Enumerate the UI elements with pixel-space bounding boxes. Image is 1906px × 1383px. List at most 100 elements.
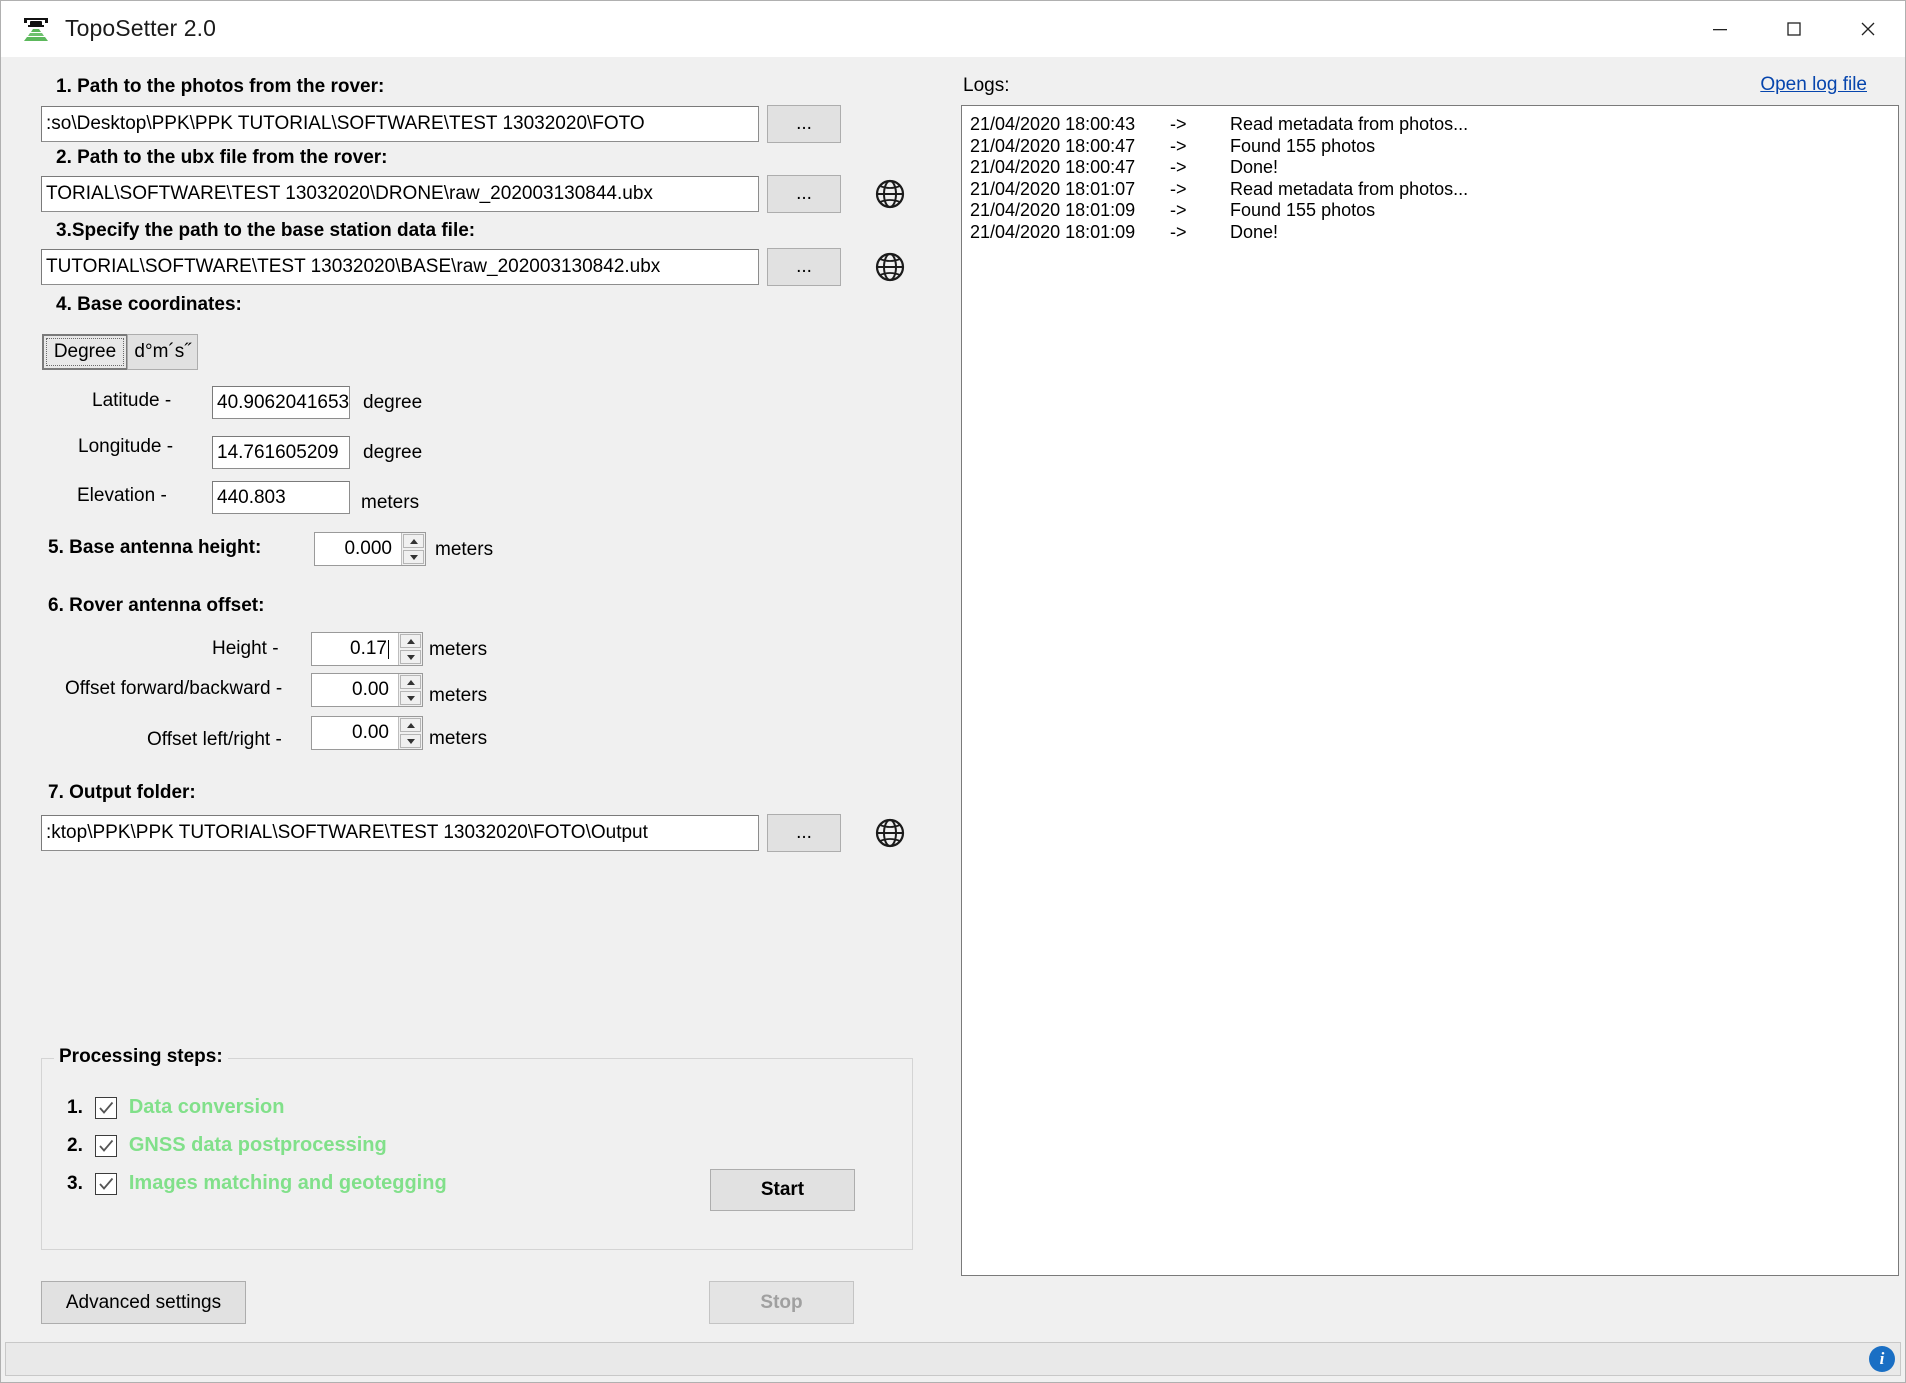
base-station-path-browse-button[interactable]: ... xyxy=(767,248,841,286)
minimize-button[interactable] xyxy=(1683,1,1757,57)
output-folder-browse-button[interactable]: ... xyxy=(767,814,841,852)
photos-path-input[interactable]: :so\Desktop\PPK\PPK TUTORIAL\SOFTWARE\TE… xyxy=(41,106,759,142)
log-arrow: -> xyxy=(1170,222,1230,244)
log-arrow: -> xyxy=(1170,200,1230,222)
processing-step-1-number: 1. xyxy=(67,1097,83,1119)
log-message: Read metadata from photos... xyxy=(1230,114,1898,136)
processing-step-3[interactable]: 3. Images matching and geotegging xyxy=(67,1172,447,1195)
processing-step-1-label: Data conversion xyxy=(129,1096,285,1119)
photos-path-label: 1. Path to the photos from the rover: xyxy=(56,76,384,98)
processing-steps-group: Processing steps: 1. Data conversion 2. … xyxy=(41,1058,913,1250)
close-button[interactable] xyxy=(1831,1,1905,57)
title-bar: TopoSetter 2.0 xyxy=(1,1,1905,57)
longitude-label: Longitude - xyxy=(78,436,173,458)
log-arrow: -> xyxy=(1170,157,1230,179)
rover-antenna-offset-label: 6. Rover antenna offset: xyxy=(48,595,264,617)
stepper-down-icon[interactable] xyxy=(400,691,421,705)
log-message: Found 155 photos xyxy=(1230,200,1898,222)
advanced-settings-button[interactable]: Advanced settings xyxy=(41,1281,246,1324)
offset-left-right-label: Offset left/right - xyxy=(147,729,282,751)
elevation-input[interactable]: 440.803 xyxy=(212,481,350,514)
info-icon[interactable]: i xyxy=(1869,1346,1895,1372)
check-icon xyxy=(97,1137,115,1155)
stop-button[interactable]: Stop xyxy=(709,1281,854,1324)
log-entry: 21/04/2020 18:01:07 -> Read metadata fro… xyxy=(970,179,1898,201)
log-entry: 21/04/2020 18:01:09 -> Found 155 photos xyxy=(970,200,1898,222)
open-log-file-link[interactable]: Open log file xyxy=(1760,74,1867,96)
longitude-unit: degree xyxy=(363,442,422,464)
stepper-down-icon[interactable] xyxy=(403,550,424,564)
output-folder-globe-button[interactable] xyxy=(870,813,910,853)
rover-height-value: 0.17 xyxy=(350,638,387,660)
offset-left-right-value[interactable]: 0.00 xyxy=(312,717,398,749)
maximize-button[interactable] xyxy=(1757,1,1831,57)
rover-height-arrows[interactable] xyxy=(398,633,422,665)
processing-step-1[interactable]: 1. Data conversion xyxy=(67,1096,284,1119)
base-station-path-globe-button[interactable] xyxy=(870,247,910,287)
ubx-path-input[interactable]: TORIAL\SOFTWARE\TEST 13032020\DRONE\raw_… xyxy=(41,176,759,212)
latitude-input[interactable]: 40.9062041653 xyxy=(212,386,350,419)
log-arrow: -> xyxy=(1170,136,1230,158)
processing-step-2[interactable]: 2. GNSS data postprocessing xyxy=(67,1134,387,1157)
offset-forward-backward-value[interactable]: 0.00 xyxy=(312,674,398,706)
processing-step-1-checkbox[interactable] xyxy=(95,1097,117,1119)
check-icon xyxy=(97,1175,115,1193)
logs-output-panel[interactable]: 21/04/2020 18:00:43 -> Read metadata fro… xyxy=(961,105,1899,1276)
offset-forward-backward-stepper[interactable]: 0.00 xyxy=(311,673,423,707)
ubx-path-browse-button[interactable]: ... xyxy=(767,175,841,213)
processing-step-2-checkbox[interactable] xyxy=(95,1135,117,1157)
processing-steps-title: Processing steps: xyxy=(54,1046,228,1068)
log-timestamp: 21/04/2020 18:01:09 xyxy=(970,222,1170,244)
base-antenna-height-stepper[interactable]: 0.000 xyxy=(314,532,426,566)
log-entry: 21/04/2020 18:01:09 -> Done! xyxy=(970,222,1898,244)
base-antenna-height-arrows[interactable] xyxy=(401,533,425,565)
ubx-path-label: 2. Path to the ubx file from the rover: xyxy=(56,147,388,169)
processing-step-3-label: Images matching and geotegging xyxy=(129,1172,447,1195)
unit-tab-degree[interactable]: Degree xyxy=(42,334,128,370)
window-controls xyxy=(1683,1,1905,57)
stepper-up-icon[interactable] xyxy=(400,675,421,689)
log-message: Found 155 photos xyxy=(1230,136,1898,158)
log-timestamp: 21/04/2020 18:00:43 xyxy=(970,114,1170,136)
longitude-input[interactable]: 14.761605209 xyxy=(212,436,350,469)
rover-height-stepper[interactable]: 0.17 xyxy=(311,632,423,666)
offset-forward-backward-arrows[interactable] xyxy=(398,674,422,706)
globe-icon xyxy=(874,251,906,283)
stepper-up-icon[interactable] xyxy=(400,634,421,648)
stepper-down-icon[interactable] xyxy=(400,650,421,664)
output-folder-input[interactable]: :ktop\PPK\PPK TUTORIAL\SOFTWARE\TEST 130… xyxy=(41,815,759,851)
base-antenna-height-value[interactable]: 0.000 xyxy=(315,533,401,565)
processing-step-3-checkbox[interactable] xyxy=(95,1173,117,1195)
offset-left-right-stepper[interactable]: 0.00 xyxy=(311,716,423,750)
offset-left-right-arrows[interactable] xyxy=(398,717,422,749)
globe-icon xyxy=(874,178,906,210)
globe-icon xyxy=(874,817,906,849)
unit-tab-dms[interactable]: d°m´s˝ xyxy=(127,334,198,370)
offset-forward-backward-unit: meters xyxy=(429,685,487,707)
ubx-path-globe-button[interactable] xyxy=(870,174,910,214)
log-entry: 21/04/2020 18:00:47 -> Found 155 photos xyxy=(970,136,1898,158)
latitude-unit: degree xyxy=(363,392,422,414)
application-window: TopoSetter 2.0 1. Path to the photos fro… xyxy=(0,0,1906,1383)
base-station-path-input[interactable]: TUTORIAL\SOFTWARE\TEST 13032020\BASE\raw… xyxy=(41,249,759,285)
log-message: Done! xyxy=(1230,157,1898,179)
stepper-down-icon[interactable] xyxy=(400,734,421,748)
log-entry: 21/04/2020 18:00:47 -> Done! xyxy=(970,157,1898,179)
photos-path-browse-button[interactable]: ... xyxy=(767,105,841,143)
log-message: Read metadata from photos... xyxy=(1230,179,1898,201)
app-logo-icon xyxy=(19,12,53,46)
status-bar: i xyxy=(5,1342,1901,1376)
base-station-path-label: 3.Specify the path to the base station d… xyxy=(56,220,475,242)
log-timestamp: 21/04/2020 18:01:07 xyxy=(970,179,1170,201)
text-caret xyxy=(388,640,389,659)
window-title: TopoSetter 2.0 xyxy=(65,15,216,42)
log-arrow: -> xyxy=(1170,179,1230,201)
offset-left-right-unit: meters xyxy=(429,728,487,750)
stepper-up-icon[interactable] xyxy=(400,718,421,732)
log-timestamp: 21/04/2020 18:00:47 xyxy=(970,157,1170,179)
stepper-up-icon[interactable] xyxy=(403,534,424,548)
start-button[interactable]: Start xyxy=(710,1169,855,1211)
elevation-unit: meters xyxy=(361,492,419,514)
latitude-label: Latitude - xyxy=(92,390,171,412)
logs-label: Logs: xyxy=(963,75,1009,97)
